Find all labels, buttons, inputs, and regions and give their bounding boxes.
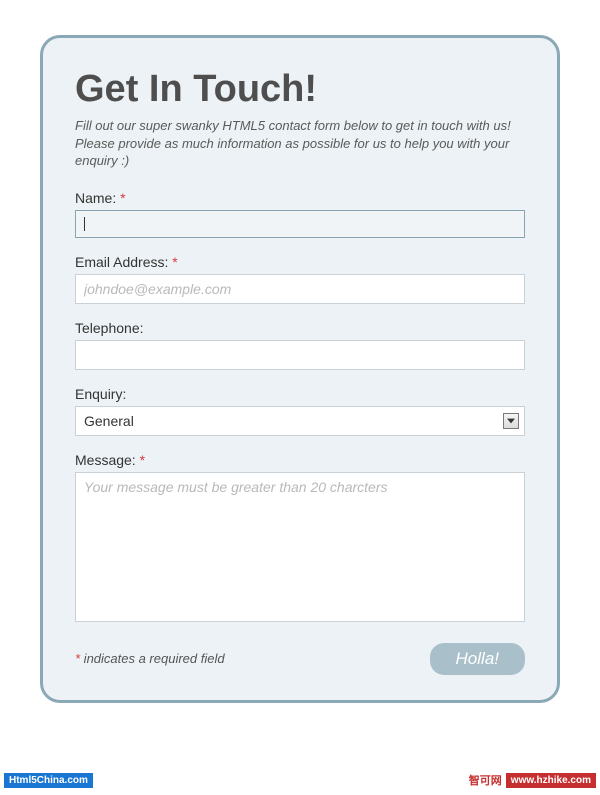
field-email: Email Address: *: [75, 254, 525, 304]
field-enquiry: Enquiry: General: [75, 386, 525, 436]
text-caret: [84, 217, 85, 231]
name-input[interactable]: [75, 210, 525, 238]
telephone-input[interactable]: [75, 340, 525, 370]
contact-form-card: Get In Touch! Fill out our super swanky …: [40, 35, 560, 703]
name-label: Name: *: [75, 190, 525, 206]
enquiry-label: Enquiry:: [75, 386, 525, 402]
required-marker: *: [172, 254, 177, 270]
field-name: Name: *: [75, 190, 525, 238]
required-marker: *: [120, 190, 125, 206]
enquiry-select[interactable]: General: [75, 406, 525, 436]
required-marker: *: [140, 452, 145, 468]
badge-hzhike-url: www.hzhike.com: [506, 773, 596, 788]
badge-hzhike-cn: 智可网: [469, 772, 502, 788]
page-subtitle: Fill out our super swanky HTML5 contact …: [75, 117, 525, 170]
field-message: Message: *: [75, 452, 525, 627]
badge-hzhike: 智可网 www.hzhike.com: [469, 772, 596, 788]
email-label: Email Address: *: [75, 254, 525, 270]
badge-html5china: Html5China.com: [4, 773, 93, 788]
message-label: Message: *: [75, 452, 525, 468]
telephone-label: Telephone:: [75, 320, 525, 336]
enquiry-select-wrap: General: [75, 406, 525, 436]
page-title: Get In Touch!: [75, 68, 525, 111]
name-label-text: Name:: [75, 190, 116, 206]
required-note: * indicates a required field: [75, 651, 225, 666]
submit-button[interactable]: Holla!: [430, 643, 525, 675]
field-telephone: Telephone:: [75, 320, 525, 370]
required-note-text: indicates a required field: [80, 651, 225, 666]
form-footer: * indicates a required field Holla!: [75, 643, 525, 675]
message-label-text: Message:: [75, 452, 136, 468]
email-input[interactable]: [75, 274, 525, 304]
email-label-text: Email Address:: [75, 254, 168, 270]
message-textarea[interactable]: [75, 472, 525, 622]
